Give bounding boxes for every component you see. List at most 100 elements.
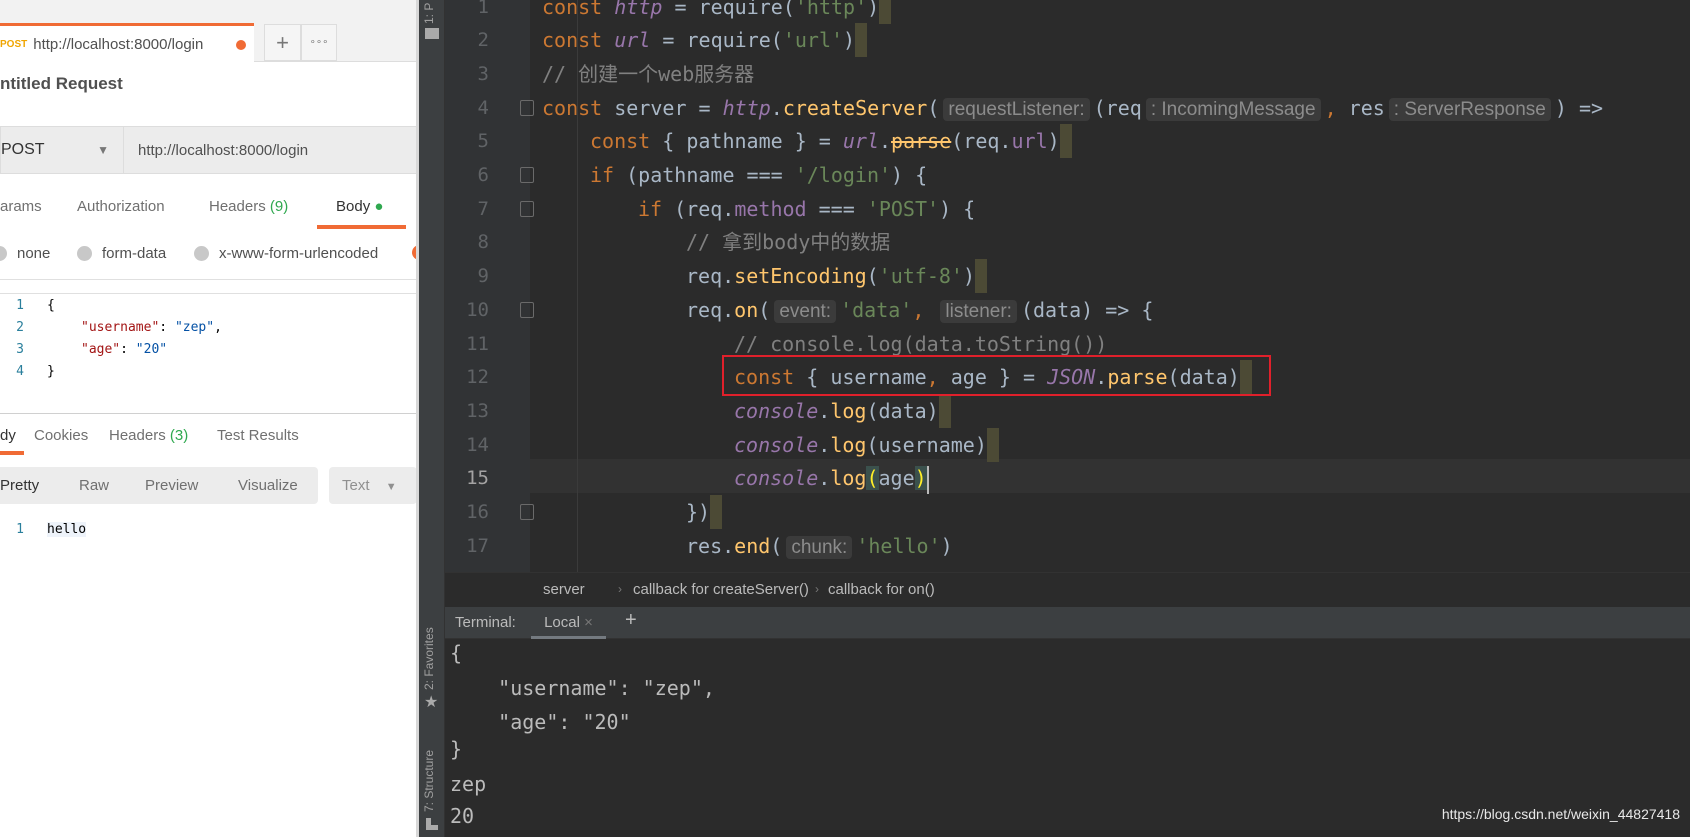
- line-number: 3: [477, 62, 489, 85]
- active-tab-underline: [0, 451, 24, 455]
- line-number: 14: [466, 433, 489, 456]
- request-body-editor[interactable]: 1 { 2 "username": "zep", 3 "age": "20" 4…: [0, 296, 416, 386]
- bracket-match-marker: [879, 0, 892, 24]
- code-line: const url = require('url'): [542, 23, 868, 58]
- terminal-tab-bar: Terminal: Local × +: [445, 607, 1690, 639]
- fold-icon[interactable]: [520, 301, 534, 318]
- tab-response-headers[interactable]: Headers (3): [109, 427, 188, 444]
- new-tab-button[interactable]: +: [264, 24, 301, 61]
- code-token: : ServerResponse: [1388, 97, 1551, 121]
- divider: [0, 279, 416, 280]
- code-token: ): [867, 0, 880, 19]
- add-terminal-button[interactable]: +: [625, 609, 637, 632]
- fold-icon[interactable]: [520, 167, 534, 183]
- code-token: (req: [1093, 95, 1142, 120]
- radio-form-data[interactable]: form-data: [77, 245, 166, 262]
- tab-test-results[interactable]: Test Results: [217, 427, 299, 444]
- terminal-line: "age": "20": [450, 710, 631, 734]
- code-token: age: [878, 466, 915, 491]
- json-key: "age": [81, 342, 121, 357]
- code-token: const: [542, 95, 615, 120]
- code-line: console.log(data): [734, 393, 951, 428]
- fold-icon[interactable]: [520, 200, 534, 217]
- tab-label: Local: [544, 614, 580, 631]
- code-token: console: [734, 398, 819, 423]
- code-token: 'utf-8': [878, 264, 963, 289]
- visualize-button[interactable]: Visualize: [238, 477, 298, 494]
- json-comma: ,: [214, 320, 222, 335]
- code-token: http: [614, 0, 663, 19]
- headers-count: (9): [269, 198, 289, 215]
- more-tabs-button[interactable]: ∘∘∘: [301, 24, 337, 61]
- body-dot-icon: ●: [374, 198, 384, 215]
- code-token: 'url': [782, 28, 844, 53]
- line-number: 12: [466, 366, 489, 389]
- method-select[interactable]: POST ▼: [0, 126, 124, 174]
- radio-none[interactable]: none: [0, 245, 50, 262]
- breadcrumb-item[interactable]: callback for on(): [828, 581, 935, 598]
- fold-icon[interactable]: [520, 504, 534, 520]
- code-token: ) {: [891, 163, 928, 187]
- code-token: event:: [774, 299, 837, 323]
- tab-authorization[interactable]: Authorization: [77, 198, 165, 215]
- tab-headers[interactable]: Headers (9): [209, 198, 288, 215]
- json-key: "username": [81, 320, 160, 335]
- project-tool-button[interactable]: 1: P: [422, 3, 436, 24]
- code-token: setEncoding: [734, 264, 867, 289]
- code-token: ,: [912, 297, 925, 322]
- code-token: 'POST': [866, 196, 940, 221]
- structure-tool-button[interactable]: 7: Structure: [422, 750, 436, 812]
- bracket-match-marker: [975, 259, 988, 294]
- radio-label: x-www-form-urlencoded: [219, 245, 379, 262]
- code-token: ===: [806, 196, 867, 221]
- tab-response-body[interactable]: dy: [0, 427, 16, 444]
- tool-window-strip: 1: P 2: Favorites ★ 7: Structure: [419, 0, 445, 837]
- terminal-line: 20: [450, 804, 475, 828]
- response-body-viewer[interactable]: 1 hello: [0, 520, 416, 542]
- divider: [0, 413, 416, 414]
- pretty-button[interactable]: Pretty: [0, 477, 39, 494]
- radio-raw[interactable]: [412, 245, 416, 260]
- code-token: http: [722, 95, 771, 120]
- line-number: 4: [16, 364, 24, 379]
- code-line: "username": "zep",: [81, 320, 222, 335]
- code-token: chunk:: [786, 535, 853, 559]
- breadcrumb-item[interactable]: callback for createServer(): [633, 581, 809, 598]
- favorites-tool-button[interactable]: 2: Favorites: [422, 627, 436, 690]
- raw-button[interactable]: Raw: [79, 477, 109, 494]
- code-token: (pathname ===: [626, 163, 795, 187]
- terminal-line: zep: [450, 772, 487, 796]
- code-line: res.end(chunk:'hello'): [686, 529, 953, 563]
- request-tab[interactable]: POST http://localhost:8000/login: [0, 23, 254, 62]
- code-line: }: [47, 364, 55, 379]
- line-number: 7: [477, 197, 489, 220]
- tab-params[interactable]: arams: [0, 198, 42, 215]
- tab-headers-label: Headers: [209, 198, 266, 215]
- tab-cookies[interactable]: Cookies: [34, 427, 88, 444]
- bracket-match-marker: [938, 393, 951, 428]
- url-input[interactable]: http://localhost:8000/login: [124, 126, 416, 174]
- code-token: (req.: [674, 196, 735, 221]
- code-line: if (pathname === '/login') {: [590, 158, 927, 192]
- line-number: 16: [466, 501, 489, 523]
- breadcrumb-item[interactable]: server: [543, 581, 585, 598]
- highlight-annotation-box: [722, 355, 1271, 396]
- format-select[interactable]: Text ▼: [329, 467, 416, 504]
- preview-button[interactable]: Preview: [145, 477, 198, 494]
- code-token: }): [686, 500, 711, 524]
- json-value: "zep": [174, 320, 215, 335]
- code-token: '/login': [794, 163, 892, 187]
- terminal-tab-local[interactable]: Local ×: [531, 607, 606, 639]
- breadcrumb: server › callback for createServer() › c…: [445, 572, 1690, 607]
- code-token: url: [1011, 129, 1048, 154]
- close-icon[interactable]: ×: [584, 614, 593, 631]
- json-value: "20": [135, 342, 168, 357]
- code-token: ): [1047, 129, 1060, 154]
- method-value: POST: [1, 141, 45, 158]
- tab-body[interactable]: Body ●: [336, 198, 383, 215]
- tab-method: POST: [0, 38, 28, 50]
- fold-icon[interactable]: [520, 99, 534, 116]
- code-token: res: [1336, 95, 1385, 120]
- code-token: (: [866, 264, 879, 289]
- radio-urlencoded[interactable]: x-www-form-urlencoded: [194, 245, 378, 262]
